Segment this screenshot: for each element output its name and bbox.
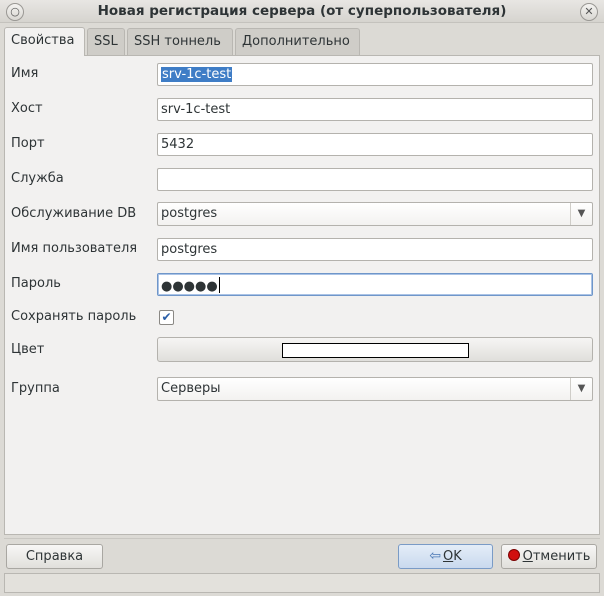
chevron-down-icon[interactable]: ▼ [570, 378, 592, 400]
color-swatch [282, 343, 469, 358]
maintenance-db-label: Обслуживание DB [11, 206, 137, 221]
tab-advanced[interactable]: Дополнительно [235, 28, 360, 55]
host-input[interactable]: srv-1c-test [157, 98, 593, 121]
status-bar [4, 573, 600, 593]
maintenance-db-combo[interactable]: postgres ▼ [157, 202, 593, 226]
port-label: Порт [11, 136, 45, 151]
port-input[interactable]: 5432 [157, 133, 593, 156]
text-caret [218, 277, 220, 293]
maintenance-db-value: postgres [161, 206, 218, 221]
group-combo[interactable]: Серверы ▼ [157, 377, 593, 401]
password-input[interactable]: ●●●●● [157, 273, 593, 296]
cancel-underlined: О [522, 549, 533, 564]
port-value: 5432 [161, 137, 195, 152]
username-input[interactable]: postgres [157, 238, 593, 261]
properties-panel: Имя srv-1c-test Хост srv-1c-test Порт 54… [4, 55, 600, 535]
tab-ssl[interactable]: SSL [87, 28, 125, 55]
close-icon[interactable]: ✕ [580, 3, 598, 21]
username-value: postgres [161, 242, 218, 257]
service-input[interactable] [157, 168, 593, 191]
group-value: Серверы [161, 381, 221, 396]
stop-icon [507, 549, 520, 561]
color-picker-button[interactable] [157, 337, 593, 362]
password-dots: ●●●●● [161, 279, 218, 294]
cancel-button[interactable]: Отменить [501, 544, 597, 569]
ok-label-rest: K [453, 549, 462, 564]
divider [4, 538, 600, 539]
ok-underlined: О [442, 549, 454, 564]
tab-properties[interactable]: Свойства [4, 27, 85, 56]
host-value: srv-1c-test [161, 102, 231, 117]
save-password-label: Сохранять пароль [11, 309, 137, 324]
password-label: Пароль [11, 276, 61, 291]
service-label: Служба [11, 171, 64, 186]
name-input[interactable]: srv-1c-test [157, 63, 593, 86]
name-value: srv-1c-test [161, 67, 233, 82]
ok-button[interactable]: ⇦ ОK [398, 544, 493, 569]
color-label: Цвет [11, 342, 45, 357]
username-label: Имя пользователя [11, 241, 138, 256]
group-label: Группа [11, 381, 60, 396]
password-value: ●●●●● [161, 277, 220, 294]
window-title: Новая регистрация сервера (от суперпольз… [97, 3, 507, 19]
ok-arrow-icon: ⇦ [429, 548, 441, 564]
cancel-label-rest: тменить [532, 549, 591, 564]
save-password-checkbox[interactable]: ✔ [159, 310, 174, 325]
tab-ssh-tunnel[interactable]: SSH тоннель [127, 28, 233, 55]
host-label: Хост [11, 101, 43, 116]
chevron-down-icon[interactable]: ▼ [570, 203, 592, 225]
title-bar: ○ Новая регистрация сервера (от суперпол… [0, 0, 604, 23]
name-label: Имя [11, 66, 39, 81]
checkmark-icon: ✔ [161, 310, 172, 324]
help-button[interactable]: Справка [6, 544, 103, 569]
